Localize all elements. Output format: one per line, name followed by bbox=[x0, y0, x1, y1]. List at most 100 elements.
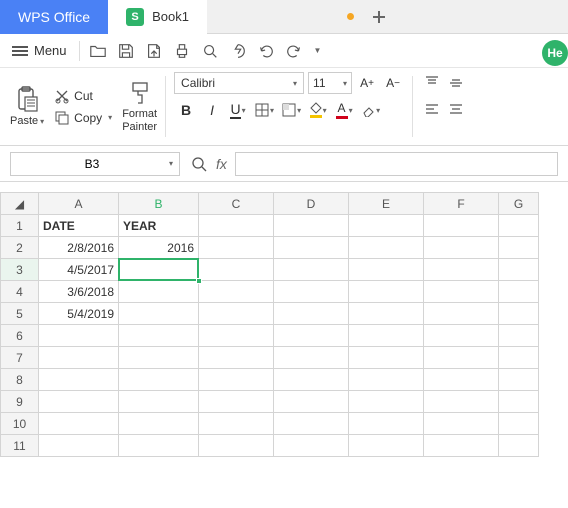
align-left-button[interactable] bbox=[421, 98, 443, 120]
cell[interactable] bbox=[274, 303, 349, 325]
cell[interactable] bbox=[424, 259, 499, 281]
name-box[interactable]: ▾ bbox=[10, 152, 180, 176]
col-header-E[interactable]: E bbox=[349, 193, 424, 215]
link-icon[interactable] bbox=[228, 41, 248, 61]
cell[interactable] bbox=[349, 303, 424, 325]
format-painter-button[interactable]: FormatPainter bbox=[118, 72, 161, 141]
col-header-A[interactable]: A bbox=[39, 193, 119, 215]
cell[interactable] bbox=[274, 259, 349, 281]
cell[interactable] bbox=[199, 413, 274, 435]
cell[interactable] bbox=[199, 281, 274, 303]
print-icon[interactable] bbox=[172, 41, 192, 61]
cell[interactable]: 4/5/2017 bbox=[39, 259, 119, 281]
cell[interactable] bbox=[274, 435, 349, 457]
cell[interactable] bbox=[424, 215, 499, 237]
cell[interactable] bbox=[39, 435, 119, 457]
cell[interactable] bbox=[499, 369, 539, 391]
cell[interactable] bbox=[199, 435, 274, 457]
fill-color-button[interactable]: ▾ bbox=[306, 98, 330, 122]
clear-format-button[interactable]: ▾ bbox=[358, 98, 383, 122]
cell[interactable] bbox=[119, 281, 199, 303]
app-tab[interactable]: WPS Office bbox=[0, 0, 108, 34]
cell[interactable]: 2/8/2016 bbox=[39, 237, 119, 259]
cell[interactable] bbox=[274, 215, 349, 237]
cell[interactable] bbox=[274, 281, 349, 303]
cell[interactable] bbox=[499, 215, 539, 237]
cell[interactable] bbox=[349, 347, 424, 369]
cell[interactable] bbox=[499, 237, 539, 259]
cell[interactable] bbox=[424, 413, 499, 435]
row-header[interactable]: 9 bbox=[1, 391, 39, 413]
cell[interactable] bbox=[199, 325, 274, 347]
print-preview-icon[interactable] bbox=[200, 41, 220, 61]
cell-style-button[interactable]: ▾ bbox=[279, 98, 304, 122]
cell[interactable] bbox=[39, 325, 119, 347]
row-header[interactable]: 10 bbox=[1, 413, 39, 435]
cell[interactable] bbox=[274, 237, 349, 259]
cell[interactable]: 2016 bbox=[119, 237, 199, 259]
cell[interactable] bbox=[119, 369, 199, 391]
cell-selected[interactable] bbox=[119, 259, 199, 281]
col-header-D[interactable]: D bbox=[274, 193, 349, 215]
cell[interactable] bbox=[349, 369, 424, 391]
row-header[interactable]: 3 bbox=[1, 259, 39, 281]
menu-button[interactable]: Menu bbox=[8, 43, 71, 58]
cell[interactable]: 5/4/2019 bbox=[39, 303, 119, 325]
cell[interactable] bbox=[199, 259, 274, 281]
cell[interactable] bbox=[349, 435, 424, 457]
copy-button[interactable]: Copy▾ bbox=[54, 110, 112, 126]
cell[interactable] bbox=[499, 347, 539, 369]
cell[interactable] bbox=[499, 391, 539, 413]
new-tab-button[interactable] bbox=[364, 2, 394, 32]
cell[interactable] bbox=[349, 325, 424, 347]
col-header-F[interactable]: F bbox=[424, 193, 499, 215]
cell[interactable] bbox=[424, 281, 499, 303]
align-top-button[interactable] bbox=[421, 72, 443, 94]
row-header[interactable]: 7 bbox=[1, 347, 39, 369]
cell[interactable] bbox=[499, 259, 539, 281]
undo-icon[interactable] bbox=[256, 41, 276, 61]
cell[interactable] bbox=[499, 303, 539, 325]
formula-input[interactable] bbox=[235, 152, 558, 176]
underline-button[interactable]: U▾ bbox=[226, 98, 250, 122]
row-header[interactable]: 6 bbox=[1, 325, 39, 347]
cell[interactable] bbox=[499, 325, 539, 347]
cell[interactable] bbox=[119, 391, 199, 413]
cell[interactable] bbox=[274, 391, 349, 413]
decrease-font-button[interactable]: A− bbox=[382, 73, 404, 93]
align-middle-button[interactable] bbox=[445, 72, 467, 94]
cell[interactable] bbox=[274, 413, 349, 435]
increase-font-button[interactable]: A+ bbox=[356, 73, 378, 93]
cell[interactable] bbox=[39, 413, 119, 435]
open-icon[interactable] bbox=[88, 41, 108, 61]
workbook-tab[interactable]: S Book1 bbox=[108, 0, 207, 34]
cut-button[interactable]: Cut bbox=[54, 88, 112, 104]
cell[interactable] bbox=[39, 347, 119, 369]
cell[interactable]: 3/6/2018 bbox=[39, 281, 119, 303]
cell[interactable] bbox=[199, 237, 274, 259]
cell[interactable] bbox=[424, 435, 499, 457]
cell[interactable] bbox=[349, 259, 424, 281]
cell[interactable] bbox=[119, 413, 199, 435]
fill-handle[interactable] bbox=[196, 278, 202, 284]
row-header[interactable]: 8 bbox=[1, 369, 39, 391]
bold-button[interactable]: B bbox=[174, 98, 198, 122]
cell[interactable] bbox=[499, 281, 539, 303]
col-header-C[interactable]: C bbox=[199, 193, 274, 215]
row-header[interactable]: 4 bbox=[1, 281, 39, 303]
spreadsheet-grid[interactable]: ◢ A B C D E F G 1DATEYEAR 22/8/20162016 … bbox=[0, 192, 539, 457]
cell[interactable] bbox=[119, 325, 199, 347]
zoom-formula-icon[interactable] bbox=[190, 155, 208, 173]
cell[interactable]: DATE bbox=[39, 215, 119, 237]
cell[interactable] bbox=[424, 237, 499, 259]
save-icon[interactable] bbox=[116, 41, 136, 61]
cell[interactable] bbox=[424, 369, 499, 391]
paste-button[interactable]: Paste▾ bbox=[6, 72, 48, 141]
select-all-corner[interactable]: ◢ bbox=[1, 193, 39, 215]
cell[interactable] bbox=[349, 413, 424, 435]
align-center-button[interactable] bbox=[445, 98, 467, 120]
help-badge[interactable]: He bbox=[542, 40, 568, 66]
row-header[interactable]: 2 bbox=[1, 237, 39, 259]
fx-label[interactable]: fx bbox=[216, 156, 227, 172]
cell[interactable] bbox=[39, 391, 119, 413]
